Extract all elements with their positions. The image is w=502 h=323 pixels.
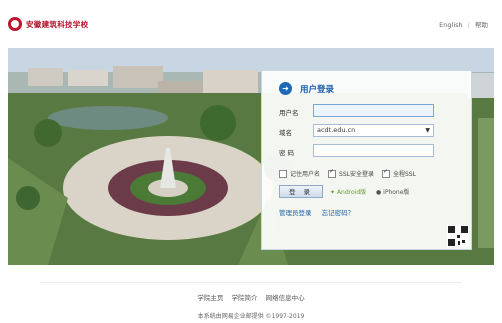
iphone-label: iPhone版 bbox=[383, 189, 410, 196]
footer-link-network-center[interactable]: 网络信息中心 bbox=[266, 294, 305, 302]
android-label: Android版 bbox=[336, 189, 367, 196]
arrow-down-icon: ➜ bbox=[279, 82, 292, 95]
ssl-checkbox[interactable] bbox=[328, 168, 337, 178]
android-link[interactable]: ✦ Android版 bbox=[330, 187, 366, 196]
username-input[interactable] bbox=[313, 104, 434, 117]
login-options: 记住用户名 SSL安全登录 全程SSL bbox=[279, 168, 416, 178]
help-link[interactable]: 帮助 bbox=[475, 21, 488, 29]
footer-divider bbox=[40, 282, 462, 283]
login-bottom-links: 管理员登录 忘记密码？ bbox=[279, 207, 354, 217]
login-title: 用户登录 bbox=[300, 84, 335, 95]
footer-link-intro[interactable]: 学院简介 bbox=[232, 294, 258, 302]
username-label: 用户名 bbox=[279, 109, 299, 117]
admin-login-link[interactable]: 管理员登录 bbox=[279, 209, 312, 217]
iphone-link[interactable]: ● iPhone版 bbox=[376, 187, 409, 196]
top-bar: 安徽建筑科技学校 English | 帮助 bbox=[0, 0, 502, 48]
login-button[interactable]: 登 录 bbox=[279, 185, 323, 198]
full-ssl-checkbox[interactable] bbox=[381, 168, 390, 178]
top-links: English | 帮助 bbox=[436, 19, 488, 29]
full-ssl-label: 全程SSL bbox=[392, 171, 416, 178]
remember-label: 记住用户名 bbox=[290, 171, 321, 178]
forgot-password-link[interactable]: 忘记密码？ bbox=[322, 209, 355, 217]
qr-code-icon[interactable] bbox=[447, 225, 469, 247]
remember-checkbox[interactable] bbox=[279, 169, 287, 178]
english-link[interactable]: English bbox=[439, 21, 462, 29]
separator: | bbox=[467, 21, 470, 29]
chevron-down-icon: ▼ bbox=[425, 127, 430, 134]
school-emblem-icon bbox=[8, 17, 22, 31]
copyright-text: 本系统由网易企业邮提供 ©1997-2019 bbox=[197, 313, 305, 320]
android-icon: ✦ bbox=[330, 189, 336, 196]
login-header: ➜ 用户登录 bbox=[279, 82, 334, 95]
ssl-label: SSL安全登录 bbox=[339, 171, 374, 178]
apple-icon: ● bbox=[376, 189, 382, 196]
logo-text: 安徽建筑科技学校 bbox=[26, 19, 89, 29]
domain-select[interactable]: acdt.edu.cn ▼ bbox=[313, 124, 434, 137]
school-logo[interactable]: 安徽建筑科技学校 bbox=[8, 17, 88, 31]
footer-link-homepage[interactable]: 学院主页 bbox=[197, 294, 223, 302]
campus-banner: ➜ 用户登录 用户名 域名 acdt.edu.cn ▼ 密 码 记住用户名 SS… bbox=[8, 48, 494, 265]
password-label: 密 码 bbox=[279, 149, 295, 157]
domain-value: acdt.edu.cn bbox=[317, 126, 356, 134]
login-panel: ➜ 用户登录 用户名 域名 acdt.edu.cn ▼ 密 码 记住用户名 SS… bbox=[261, 70, 472, 250]
footer-links: 学院主页 学院简介 网络信息中心 bbox=[0, 292, 502, 302]
password-input[interactable] bbox=[313, 144, 434, 157]
domain-label: 域名 bbox=[279, 129, 292, 137]
